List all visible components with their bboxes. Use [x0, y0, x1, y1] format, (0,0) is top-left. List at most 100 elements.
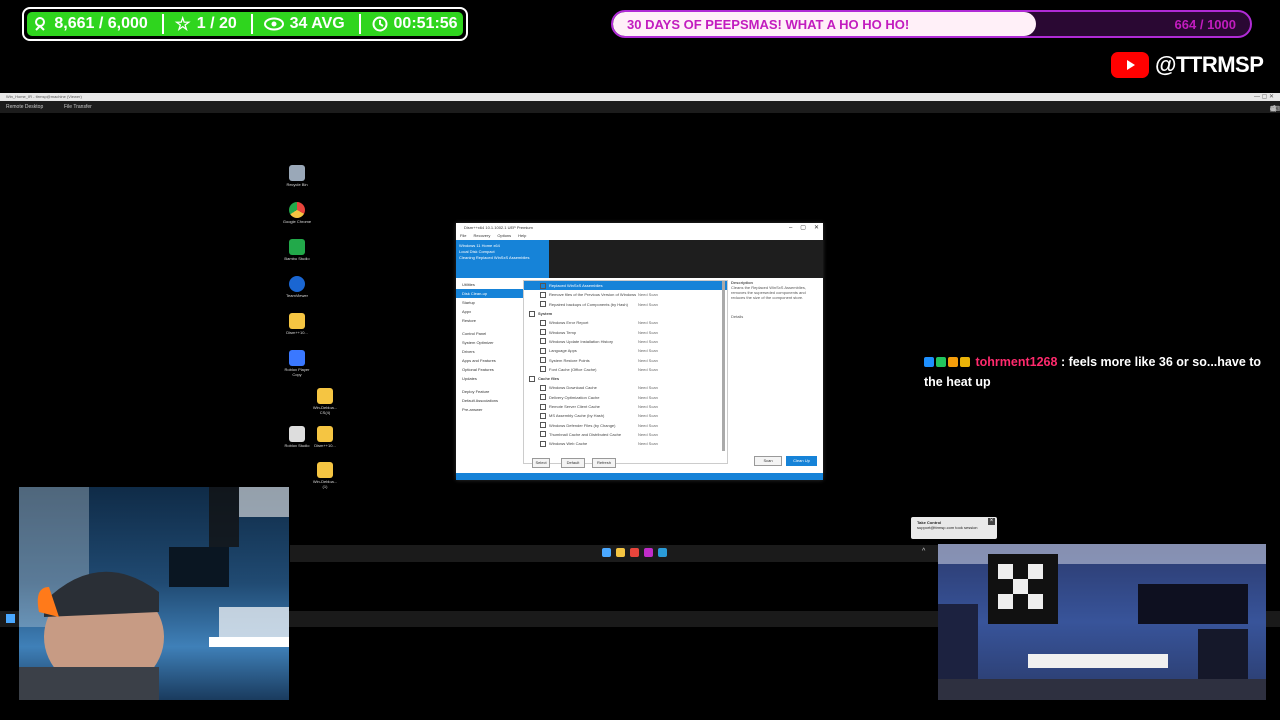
sidebar-item[interactable]: Utilities [456, 280, 523, 289]
sidebar-item[interactable]: Apps and Features [456, 356, 523, 365]
recycle-bin-icon [289, 165, 305, 181]
refresh-button[interactable]: Refresh [592, 458, 616, 468]
app-icon[interactable] [644, 548, 653, 557]
person-icon [35, 17, 46, 31]
list-item[interactable]: Delivery Optimization Cache Need Scan [524, 393, 727, 402]
scrollbar[interactable] [722, 281, 725, 451]
checkbox[interactable] [540, 301, 546, 308]
tab-remote-desktop[interactable]: Remote Desktop [6, 104, 43, 110]
list-item[interactable]: Windows Temp Need Scan [524, 327, 727, 336]
list-item-status: Need Scan [638, 357, 658, 363]
file-explorer-icon[interactable] [616, 548, 625, 557]
list-item[interactable]: Thumbnail Cache and Distributed Cache Nee… [524, 430, 727, 439]
list-item[interactable]: System Restore Points Need Scan [524, 355, 727, 364]
desktop-icon-recycle-bin[interactable]: Recycle Bin [282, 165, 312, 187]
list-item[interactable]: Windows Update Installation History Need … [524, 337, 727, 346]
viewers-stat: 34 AVG [263, 14, 361, 34]
scan-button[interactable]: Scan [754, 456, 782, 466]
desktop-icon-chrome[interactable]: Google Chrome [282, 202, 312, 224]
clean-up-button[interactable]: Clean Up [786, 456, 817, 466]
checkbox[interactable] [540, 440, 546, 447]
select-all-button[interactable]: Select [532, 458, 550, 468]
list-item[interactable]: Windows Defender Files (by Change) Need S… [524, 420, 727, 429]
desktop-icon-teamviewer[interactable]: TeamViewer [282, 276, 312, 298]
list-item[interactable]: Windows Web Cache Need Scan [524, 439, 727, 448]
sidebar-item[interactable]: Startup [456, 298, 523, 307]
menu-recovery[interactable]: Recovery [473, 233, 490, 240]
checkbox[interactable] [540, 366, 546, 373]
sidebar-item[interactable]: Restore [456, 316, 523, 325]
list-item[interactable]: Windows Download Cache Need Scan [524, 383, 727, 392]
checkbox[interactable] [529, 310, 535, 317]
checkbox[interactable] [540, 403, 546, 410]
checkbox[interactable] [540, 357, 546, 364]
maximize-button[interactable]: ▢ [800, 223, 806, 233]
desktop-icon-folder[interactable]: Dism++10... [282, 313, 312, 335]
list-item[interactable]: Repaired backups of Components (by Hash)… [524, 300, 727, 309]
desktop-icon-roblox[interactable]: Roblox Player Copy [282, 350, 312, 377]
tab-file-transfer[interactable]: File Transfer [64, 104, 92, 110]
checkbox[interactable] [540, 291, 546, 298]
list-item[interactable]: Remove files of the Previous Version of … [524, 290, 727, 299]
checkbox[interactable] [540, 282, 546, 289]
sidebar-item[interactable]: Pre-answer [456, 405, 523, 414]
checkbox[interactable] [540, 412, 546, 419]
checkbox[interactable] [540, 319, 546, 326]
chrome-icon [289, 202, 305, 218]
desktop-icon-bambu[interactable]: Bambu Studio [282, 239, 312, 261]
close-button[interactable]: ✕ [814, 223, 819, 233]
list-item[interactable]: Font Cache (Office Cache) Need Scan [524, 365, 727, 374]
sidebar-item[interactable]: Drivers [456, 347, 523, 356]
sidebar-item[interactable]: Disk Clean-up [456, 289, 523, 298]
window-controls[interactable]: — ▢ ✕ [1254, 93, 1274, 100]
sidebar-item[interactable]: Control Panel [456, 329, 523, 338]
list-item[interactable]: MS Assembly Cache (by Hash) Need Scan [524, 411, 727, 420]
list-item[interactable]: Language Apps Need Scan [524, 346, 727, 355]
list-item-label: Windows Error Report [549, 320, 589, 326]
list-item-label: MS Assembly Cache (by Hash) [549, 413, 605, 419]
checkbox[interactable] [540, 338, 546, 345]
checkbox[interactable] [540, 394, 546, 401]
youtube-icon [1111, 52, 1149, 78]
list-item-status: Need Scan [638, 431, 658, 437]
sidebar-item[interactable]: System Optimizer [456, 338, 523, 347]
sidebar-item[interactable]: Deploy Feature [456, 387, 523, 396]
desktop-icon-folder[interactable]: Win-Debloa... (1) [310, 462, 340, 489]
windows-start-icon[interactable] [6, 614, 15, 623]
list-item[interactable]: Windows Error Report Need Scan [524, 318, 727, 327]
list-item[interactable]: Remote Server Client Cache Need Scan [524, 402, 727, 411]
list-group[interactable]: Cache files [524, 374, 727, 383]
windows-start-icon[interactable] [602, 548, 611, 557]
checkbox[interactable] [540, 329, 546, 336]
sidebar-item[interactable]: Optional Features [456, 365, 523, 374]
list-group[interactable]: System [524, 309, 727, 318]
sidebar-item[interactable]: Appx [456, 307, 523, 316]
minimize-button[interactable]: – [789, 223, 792, 233]
list-item[interactable]: Replaced WinSxS Assemblies [524, 281, 727, 291]
fullscreen-icon[interactable]: ⤢ [1270, 105, 1276, 113]
session-selector[interactable]: Windows 11 Home x64 Local Disk Compact C… [456, 240, 549, 278]
default-button[interactable]: Default [561, 458, 585, 468]
chevron-up-icon[interactable]: ^ [922, 548, 925, 555]
checkbox[interactable] [540, 347, 546, 354]
menu-help[interactable]: Help [518, 233, 526, 240]
menu-options[interactable]: Options [497, 233, 511, 240]
desktop-icon-folder[interactable]: Dism++10... [310, 426, 340, 448]
youtube-handle: @TTRMSP [1111, 52, 1264, 78]
close-icon[interactable]: × [988, 518, 995, 525]
remote-desktop-menubar: Remote Desktop File Transfer ⚙ ▣ ⌨ ✉ ⤢ [0, 101, 1280, 113]
menu-file[interactable]: File [460, 233, 466, 240]
chrome-icon[interactable] [630, 548, 639, 557]
desktop-icon-folder[interactable]: Win-Debloa... CS(4) [310, 388, 340, 415]
menubar: File Recovery Options Help [456, 233, 823, 240]
chat-colon: : [1060, 355, 1069, 369]
sidebar-item[interactable]: Updates [456, 374, 523, 383]
checkbox[interactable] [540, 422, 546, 429]
checkbox[interactable] [540, 431, 546, 438]
desktop-icon-roblox-studio[interactable]: Roblox Studio [282, 426, 312, 448]
checkbox[interactable] [529, 375, 535, 382]
folder-icon [317, 426, 333, 442]
teamviewer-icon[interactable] [658, 548, 667, 557]
sidebar-item[interactable]: Default Associations [456, 396, 523, 405]
checkbox[interactable] [540, 384, 546, 391]
